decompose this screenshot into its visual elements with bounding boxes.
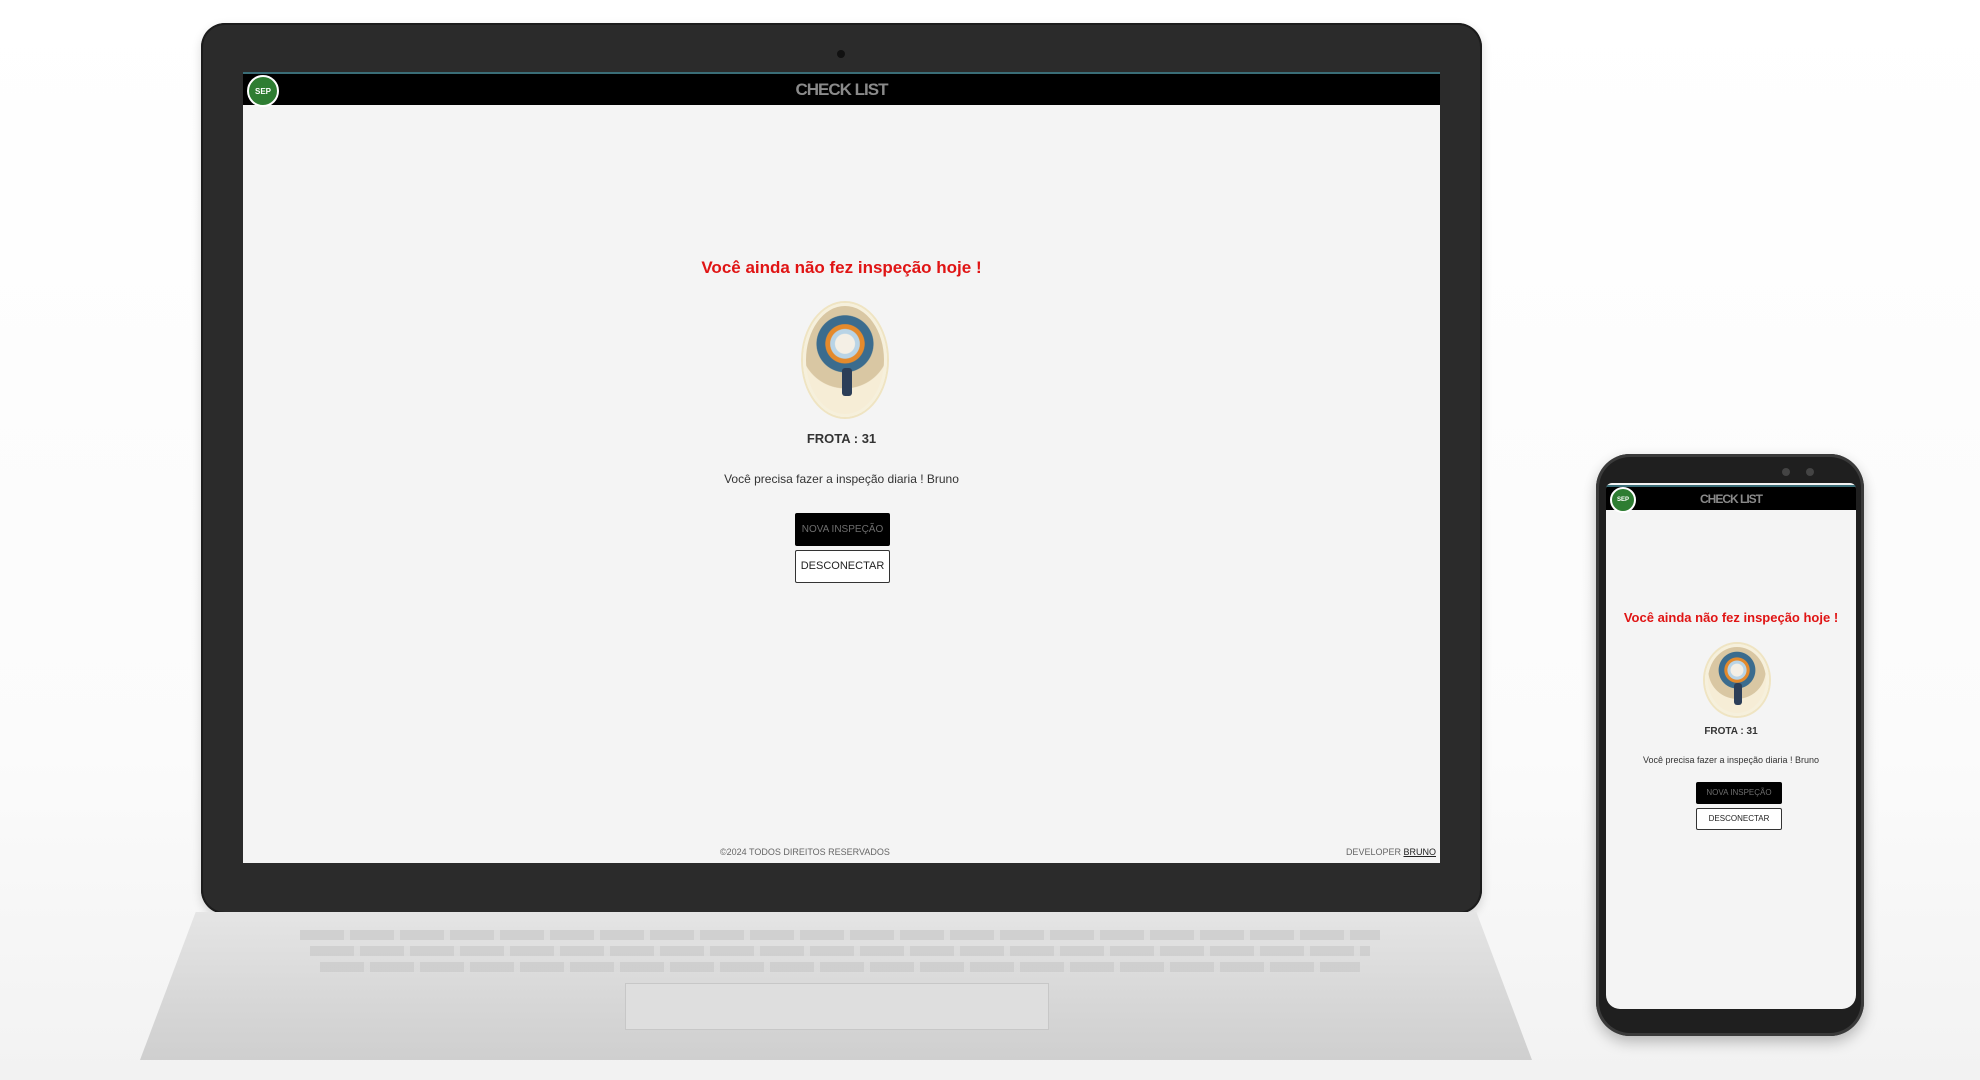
inspection-warning-heading: Você ainda não fez inspeção hoje ! <box>701 258 982 277</box>
avatar-figure <box>1734 683 1742 705</box>
fleet-number: FROTA : 31 <box>806 431 877 446</box>
new-inspection-button[interactable]: NOVA INSPEÇÃO <box>795 513 890 546</box>
keyboard-row <box>320 962 1360 972</box>
inspection-message: Você precisa fazer a inspeção diaria ! B… <box>724 472 959 486</box>
keyboard-row <box>310 946 1370 956</box>
phone-sensor <box>1806 468 1814 476</box>
app-header: SEP CHECK LIST <box>243 72 1440 107</box>
device-mockup-scene: SEP CHECK LIST Você ainda não fez inspeç… <box>0 0 1980 1080</box>
app-header: SEP CHECK LIST <box>1606 485 1856 513</box>
phone-screen: SEP CHECK LIST Você ainda não fez inspeç… <box>1606 483 1856 1009</box>
disconnect-button[interactable]: DESCONECTAR <box>1696 808 1782 830</box>
touchpad <box>625 983 1049 1030</box>
footer-copyright: ©2024 TODOS DIREITOS RESERVADOS <box>720 847 890 857</box>
laptop-screen: SEP CHECK LIST Você ainda não fez inspeç… <box>243 72 1440 863</box>
avatar-figure <box>842 368 852 396</box>
laptop-camera <box>837 50 845 58</box>
developer-link[interactable]: BRUNO <box>1403 847 1436 857</box>
inspection-warning-heading: Você ainda não fez inspeção hoje ! <box>1623 610 1839 625</box>
footer-developer: DEVELOPER BRUNO <box>1346 847 1436 857</box>
phone-camera <box>1782 468 1790 476</box>
disconnect-button[interactable]: DESCONECTAR <box>795 550 890 583</box>
user-avatar <box>1705 644 1769 716</box>
fleet-number: FROTA : 31 <box>1704 726 1758 737</box>
user-avatar <box>803 303 887 417</box>
keyboard-row <box>300 930 1380 940</box>
new-inspection-button[interactable]: NOVA INSPEÇÃO <box>1696 782 1782 804</box>
page-title: CHECK LIST <box>795 80 889 99</box>
footer-developer-label: DEVELOPER <box>1345 847 1401 857</box>
page-title: CHECK LIST <box>1700 492 1763 506</box>
inspection-message: Você precisa fazer a inspeção diaria ! B… <box>1642 755 1820 765</box>
app-desktop: SEP CHECK LIST Você ainda não fez inspeç… <box>243 72 1440 863</box>
app-mobile: SEP CHECK LIST Você ainda não fez inspeç… <box>1606 483 1856 1009</box>
